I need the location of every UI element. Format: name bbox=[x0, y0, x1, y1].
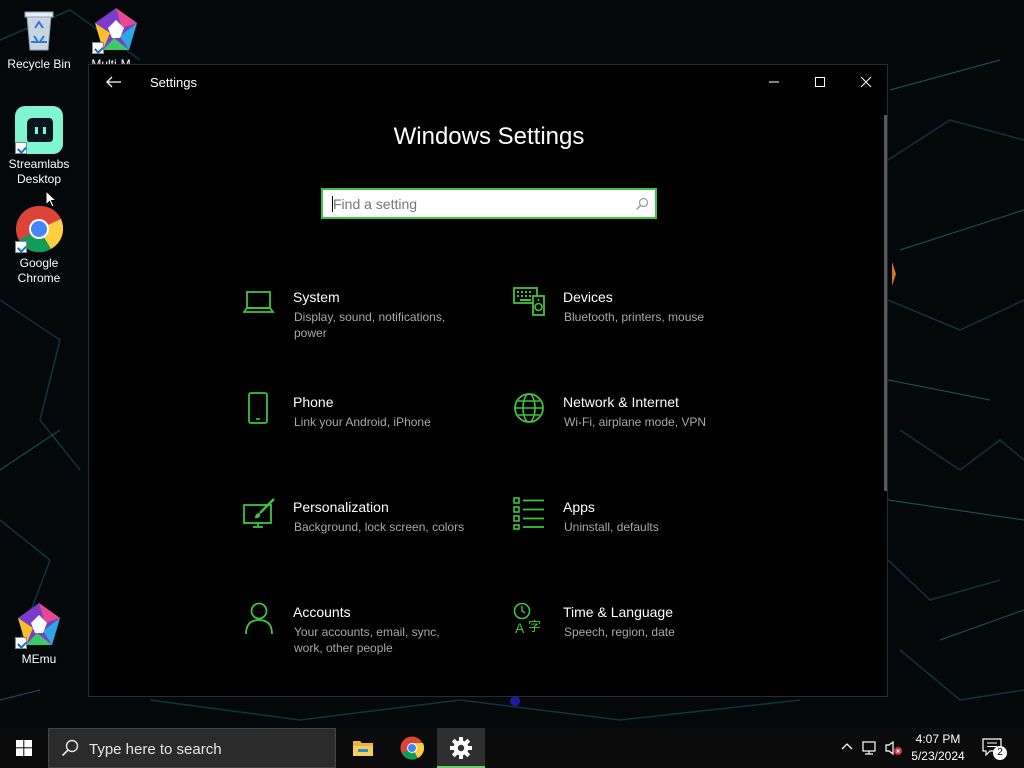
time-language-icon: A 字 bbox=[513, 602, 541, 636]
volume-muted-icon[interactable] bbox=[884, 740, 904, 756]
tile-name: Time & Language bbox=[563, 604, 673, 620]
tile-description: Speech, region, date bbox=[564, 625, 675, 639]
minimize-icon bbox=[769, 81, 779, 83]
tile-name: Accounts bbox=[293, 604, 351, 620]
tile-name: Personalization bbox=[293, 499, 389, 515]
phone-icon bbox=[248, 392, 268, 424]
svg-text:字: 字 bbox=[528, 620, 541, 635]
keyboard-speaker-icon bbox=[513, 287, 545, 316]
tile-accounts[interactable]: Accounts Your accounts, email, sync, wor… bbox=[243, 602, 493, 672]
maximize-icon bbox=[815, 77, 825, 87]
chevron-up-icon[interactable] bbox=[840, 740, 854, 754]
taskbar-search-box[interactable]: Type here to search bbox=[48, 728, 336, 768]
svg-text:A: A bbox=[515, 620, 525, 636]
tile-description: Bluetooth, printers, mouse bbox=[564, 310, 705, 324]
settings-window: Settings Windows Settings Find a setting bbox=[88, 64, 888, 697]
desktop-icon-multi-memu[interactable]: Multi-M... bbox=[80, 6, 152, 72]
notification-center-button[interactable]: 2 bbox=[982, 738, 1007, 760]
shortcut-arrow-icon bbox=[15, 637, 27, 649]
clock[interactable]: 4:07 PM 5/23/2024 bbox=[904, 731, 972, 765]
tile-name: Network & Internet bbox=[563, 394, 679, 410]
desktop-icon-label: MEmu bbox=[21, 652, 57, 666]
start-button[interactable] bbox=[0, 728, 48, 768]
multi-memu-icon bbox=[92, 6, 140, 54]
recycle-bin-icon bbox=[15, 6, 63, 54]
memu-icon bbox=[15, 601, 63, 649]
chrome-icon bbox=[400, 736, 424, 760]
shortcut-arrow-icon bbox=[15, 241, 27, 253]
desktop-icon-memu[interactable]: MEmu bbox=[3, 601, 75, 667]
network-icon[interactable] bbox=[862, 740, 880, 756]
shortcut-arrow-icon bbox=[15, 142, 27, 154]
clock-time: 4:07 PM bbox=[915, 732, 961, 746]
search-input[interactable]: Find a setting bbox=[321, 188, 657, 219]
file-explorer-icon bbox=[353, 741, 373, 756]
taskbar: Type here to search 4:07 PM 5/23/2024 2 bbox=[0, 728, 1024, 768]
tile-name: Apps bbox=[563, 499, 595, 515]
minimize-button[interactable] bbox=[751, 65, 797, 99]
tile-time-language[interactable]: A 字 Time & Language Speech, region, date bbox=[513, 602, 763, 672]
paint-brush-icon bbox=[243, 498, 275, 528]
tile-description: Uninstall, defaults bbox=[564, 520, 659, 534]
notification-count-badge: 2 bbox=[993, 746, 1007, 760]
desktop-icon-recycle-bin[interactable]: Recycle Bin bbox=[3, 6, 75, 72]
windows-logo-icon bbox=[16, 740, 32, 756]
search-icon bbox=[61, 739, 79, 757]
page-title: Windows Settings bbox=[393, 123, 585, 150]
tile-description: Link your Android, iPhone bbox=[294, 415, 431, 429]
search-placeholder: Find a setting bbox=[333, 196, 418, 212]
tile-name: Devices bbox=[563, 289, 613, 305]
shortcut-arrow-icon bbox=[92, 42, 104, 54]
tile-name: System bbox=[293, 289, 340, 305]
close-button[interactable] bbox=[843, 65, 889, 99]
apps-list-icon bbox=[513, 497, 544, 530]
tile-description: Background, lock screen, colors bbox=[294, 520, 465, 534]
mouse-cursor-icon bbox=[45, 190, 57, 208]
maximize-button[interactable] bbox=[797, 65, 843, 99]
desktop-icon-google-chrome[interactable]: Google Chrome bbox=[3, 205, 75, 286]
scrollbar[interactable] bbox=[884, 115, 887, 491]
taskbar-file-explorer[interactable] bbox=[339, 728, 387, 768]
taskbar-settings[interactable] bbox=[437, 728, 485, 768]
tile-devices[interactable]: Devices Bluetooth, printers, mouse bbox=[513, 287, 763, 357]
tile-personalization[interactable]: Personalization Background, lock screen,… bbox=[243, 497, 493, 567]
back-arrow-icon[interactable] bbox=[103, 73, 125, 91]
tile-apps[interactable]: Apps Uninstall, defaults bbox=[513, 497, 763, 567]
title-bar[interactable]: Settings bbox=[89, 65, 887, 99]
chrome-icon bbox=[15, 205, 64, 253]
window-title: Settings bbox=[150, 75, 197, 90]
tile-name: Phone bbox=[293, 394, 334, 410]
taskbar-search-text: Type here to search bbox=[89, 741, 222, 758]
tile-phone[interactable]: Phone Link your Android, iPhone bbox=[243, 392, 493, 462]
tile-system[interactable]: System Display, sound, notifications, po… bbox=[243, 287, 493, 357]
person-icon bbox=[245, 602, 273, 635]
settings-gear-icon bbox=[450, 737, 472, 759]
tile-description: Display, sound, notifications, power bbox=[294, 310, 446, 340]
clock-date: 5/23/2024 bbox=[911, 749, 965, 763]
tile-network-internet[interactable]: Network & Internet Wi-Fi, airplane mode,… bbox=[513, 392, 763, 462]
search-icon bbox=[636, 197, 649, 210]
desktop-icon-label: Google Chrome bbox=[17, 256, 61, 285]
globe-icon bbox=[514, 393, 544, 423]
tile-description: Wi-Fi, airplane mode, VPN bbox=[564, 415, 707, 429]
desktop-icon-label: Streamlabs Desktop bbox=[8, 157, 70, 186]
taskbar-chrome[interactable] bbox=[388, 728, 436, 768]
laptop-icon bbox=[243, 291, 275, 313]
streamlabs-icon bbox=[15, 106, 63, 154]
desktop-icon-label: Recycle Bin bbox=[7, 57, 71, 71]
tile-description: Your accounts, email, sync, work, other … bbox=[294, 625, 440, 655]
close-icon bbox=[860, 76, 872, 88]
desktop-icon-streamlabs[interactable]: Streamlabs Desktop bbox=[3, 106, 75, 187]
